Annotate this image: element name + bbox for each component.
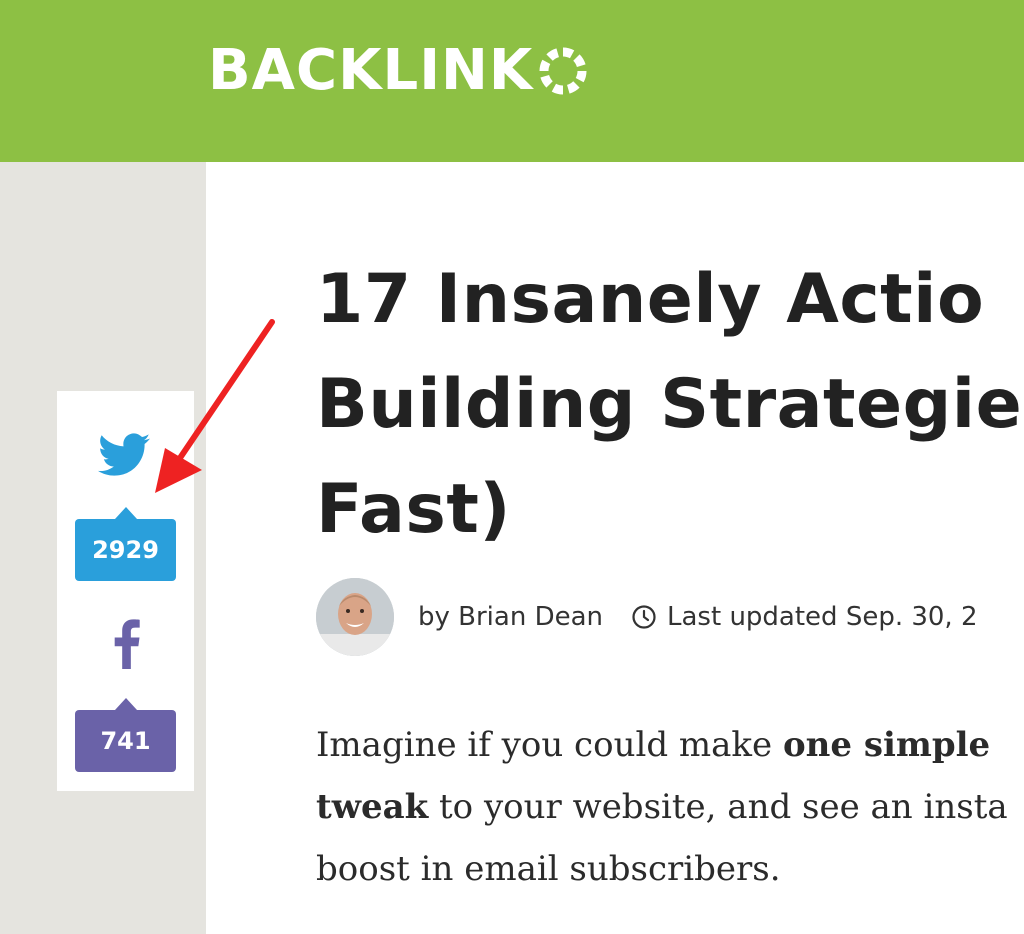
intro-bold-text: one simple xyxy=(782,725,991,765)
social-share-bar: 2929 741 xyxy=(57,391,194,791)
article-content: 17 Insanely Actio Building Strategie Fas… xyxy=(206,162,1024,934)
facebook-share-count: 741 xyxy=(75,698,176,772)
intro-bold-text: tweak xyxy=(316,787,429,827)
title-line: Fast) xyxy=(316,470,511,549)
intro-line: boost in email subscribers. xyxy=(316,849,781,889)
author-name[interactable]: by Brian Dean xyxy=(418,602,603,632)
twitter-share-count: 2929 xyxy=(75,507,176,581)
title-line: Building Strategie xyxy=(316,365,1023,444)
byline: by Brian Dean Last updated Sep. 30, 2 xyxy=(316,578,1024,656)
title-line: 17 Insanely Actio xyxy=(316,260,985,339)
intro-text: Imagine if you could make xyxy=(316,725,783,765)
site-header: BACKLINK xyxy=(0,0,1024,162)
author-photo xyxy=(316,578,394,656)
twitter-bird-icon xyxy=(98,433,150,476)
intro-paragraph: Imagine if you could make one simple twe… xyxy=(316,714,1024,900)
clock-icon xyxy=(631,604,657,630)
backlinko-logo[interactable]: BACKLINK xyxy=(208,40,589,102)
article-title: 17 Insanely Actio Building Strategie Fas… xyxy=(316,247,1024,562)
intro-text: to your website, and see an insta xyxy=(428,787,1008,827)
intro-line: tweak to your website, and see an insta xyxy=(316,776,1024,838)
author-avatar[interactable] xyxy=(316,578,394,656)
intro-line: Imagine if you could make one simple xyxy=(316,714,1024,776)
twitter-share-button[interactable]: 2929 xyxy=(57,391,194,586)
logo-o-ring-icon xyxy=(539,47,587,95)
facebook-icon xyxy=(114,619,140,669)
facebook-share-button[interactable]: 741 xyxy=(57,596,194,791)
last-updated-date: Last updated Sep. 30, 2 xyxy=(667,602,978,632)
logo-text: BACKLINK xyxy=(208,38,534,103)
